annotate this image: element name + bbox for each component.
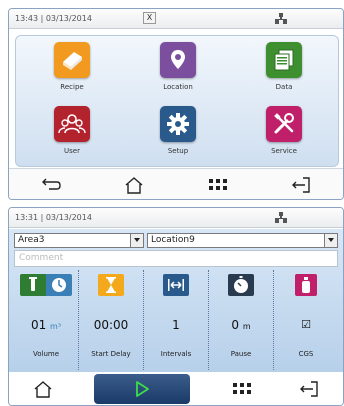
intervals-icon xyxy=(163,274,189,296)
stopwatch-icon xyxy=(228,274,254,296)
tile-location[interactable]: Location xyxy=(138,38,218,100)
start-delay-label: Start Delay xyxy=(91,350,131,358)
location-select[interactable]: Location9 xyxy=(147,233,338,248)
tile-user[interactable]: User xyxy=(32,102,112,164)
map-pin-icon xyxy=(160,42,196,78)
network-icon xyxy=(275,13,287,24)
area-select[interactable]: Area3 xyxy=(14,233,144,248)
documents-icon xyxy=(266,42,302,78)
chevron-down-icon xyxy=(130,234,143,247)
home-icon xyxy=(34,381,52,398)
book-icon xyxy=(54,42,90,78)
grid-menu-icon xyxy=(208,178,227,190)
tile-data[interactable]: Data xyxy=(244,38,324,100)
home-icon xyxy=(125,176,143,194)
play-icon xyxy=(136,381,150,397)
volume-timer-icon xyxy=(20,274,72,296)
network-icon xyxy=(275,212,287,223)
gear-icon xyxy=(160,106,196,142)
param-cgs[interactable]: ☑ CGS xyxy=(274,270,338,370)
status-time: 13:31 | 03/13/2014 xyxy=(15,213,92,222)
menu-button[interactable] xyxy=(202,171,234,199)
volume-label: Volume xyxy=(32,350,60,358)
start-delay-value: 00:00 xyxy=(93,318,129,332)
status-bar: 13:31 | 03/13/2014 xyxy=(9,208,343,228)
param-intervals[interactable]: 1 Intervals xyxy=(144,270,209,370)
chevron-down-icon xyxy=(324,234,337,247)
tools-icon xyxy=(266,106,302,142)
parameter-row: 01 m³ Volume 00:00 Start Delay 1 Interva… xyxy=(14,270,338,370)
area-select-value: Area3 xyxy=(18,235,45,245)
menu-button[interactable] xyxy=(226,375,258,403)
cgs-label: CGS xyxy=(298,350,314,358)
param-pause[interactable]: 0 m Pause xyxy=(209,270,274,370)
intervals-label: Intervals xyxy=(160,350,192,358)
param-volume[interactable]: 01 m³ Volume xyxy=(14,270,79,370)
start-button[interactable] xyxy=(94,374,191,404)
volume-value: 01 xyxy=(30,318,47,332)
status-time: 13:43 | 03/13/2014 xyxy=(15,14,92,23)
home-button[interactable] xyxy=(27,375,59,403)
hourglass-icon xyxy=(98,274,124,296)
tile-label: Data xyxy=(275,83,293,91)
tile-label: Location xyxy=(163,83,193,91)
comment-input[interactable]: Comment xyxy=(14,250,338,267)
tile-label: Setup xyxy=(167,147,189,155)
home-screen: 13:43 | 03/13/2014 X Recipe Location Dat… xyxy=(8,8,344,200)
location-select-value: Location9 xyxy=(151,235,195,245)
logout-button[interactable] xyxy=(285,171,317,199)
logout-icon xyxy=(292,176,310,193)
param-start-delay[interactable]: 00:00 Start Delay xyxy=(79,270,144,370)
app-grid: Recipe Location Data User Setup Service xyxy=(15,35,339,167)
bottom-nav-bar xyxy=(9,373,343,405)
volume-unit: m³ xyxy=(50,322,62,331)
status-bar: 13:43 | 03/13/2014 X xyxy=(9,9,343,29)
tile-service[interactable]: Service xyxy=(244,102,324,164)
grid-menu-icon xyxy=(232,383,251,394)
tile-label: User xyxy=(64,147,80,155)
pause-label: Pause xyxy=(230,350,252,358)
home-button[interactable] xyxy=(118,171,150,199)
tile-label: Recipe xyxy=(60,83,84,91)
intervals-value: 1 xyxy=(172,318,180,332)
measurement-screen: 13:31 | 03/13/2014 Area3 Location9 Comme… xyxy=(8,207,344,406)
pause-unit: m xyxy=(242,322,251,331)
back-arrow-icon xyxy=(41,178,61,190)
cgs-checkbox[interactable]: ☑ xyxy=(274,318,338,331)
tile-recipe[interactable]: Recipe xyxy=(32,38,112,100)
bottle-icon xyxy=(295,274,317,296)
bottom-nav-bar xyxy=(9,168,343,199)
close-button[interactable]: X xyxy=(143,12,156,24)
users-icon xyxy=(54,106,90,142)
tile-label: Service xyxy=(271,147,297,155)
logout-button[interactable] xyxy=(293,375,325,403)
logout-icon xyxy=(300,381,318,397)
tile-setup[interactable]: Setup xyxy=(138,102,218,164)
pause-value: 0 xyxy=(231,318,239,332)
back-button[interactable] xyxy=(35,171,67,199)
